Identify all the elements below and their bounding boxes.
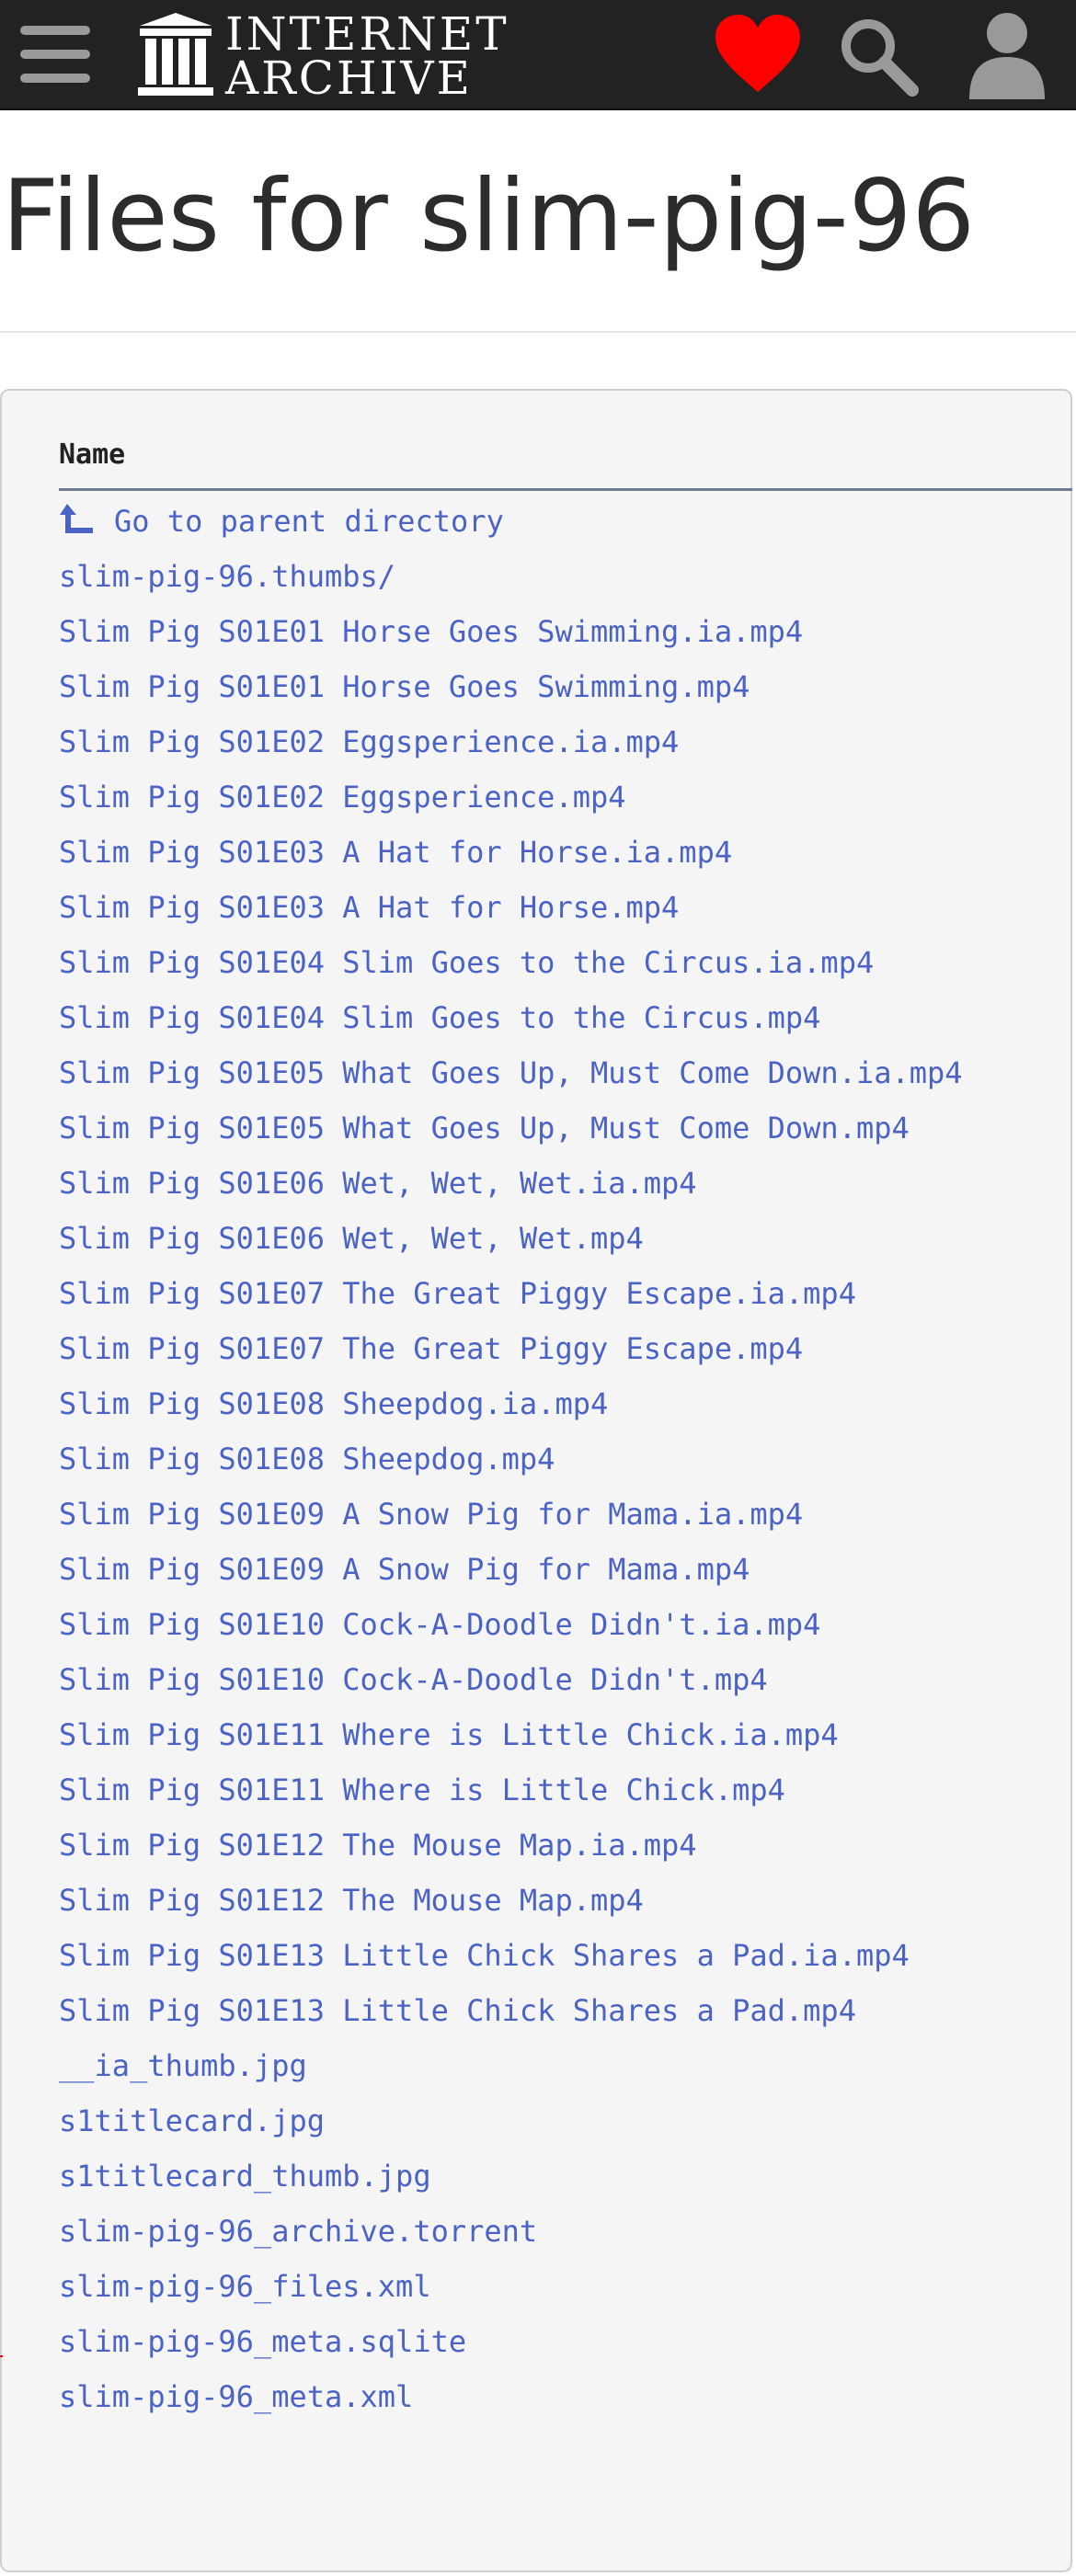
logo-text-internet: INTERNET xyxy=(225,7,509,61)
file-link[interactable]: Slim Pig S01E01 Horse Goes Swimming.mp4 xyxy=(59,659,963,714)
file-link[interactable]: Slim Pig S01E10 Cock-A-Doodle Didn't.ia.… xyxy=(59,1597,963,1652)
search-icon[interactable] xyxy=(837,15,920,97)
file-link[interactable]: Slim Pig S01E13 Little Chick Shares a Pa… xyxy=(59,1928,963,1983)
file-link[interactable]: Slim Pig S01E09 A Snow Pig for Mama.ia.m… xyxy=(59,1487,963,1542)
file-link[interactable]: Slim Pig S01E09 A Snow Pig for Mama.mp4 xyxy=(59,1542,963,1597)
internet-archive-logo[interactable]: INTERNET ARCHIVE xyxy=(138,7,509,105)
file-link[interactable]: Slim Pig S01E11 Where is Little Chick.ia… xyxy=(59,1707,963,1762)
file-link[interactable]: Slim Pig S01E08 Sheepdog.ia.mp4 xyxy=(59,1376,963,1431)
file-link[interactable]: Slim Pig S01E12 The Mouse Map.mp4 xyxy=(59,1873,963,1928)
file-link[interactable]: Slim Pig S01E03 A Hat for Horse.mp4 xyxy=(59,880,963,935)
file-list: Go to parent directory slim-pig-96.thumb… xyxy=(59,494,963,2424)
file-link[interactable]: slim-pig-96_files.xml xyxy=(59,2259,963,2314)
file-listing-panel: Name Go to parent directory slim-pig-96.… xyxy=(0,389,1072,2572)
file-link[interactable]: Slim Pig S01E12 The Mouse Map.ia.mp4 xyxy=(59,1818,963,1873)
archive-building-icon xyxy=(138,13,213,96)
file-link[interactable]: Slim Pig S01E04 Slim Goes to the Circus.… xyxy=(59,935,963,990)
user-icon[interactable] xyxy=(966,9,1048,101)
file-link[interactable]: s1titlecard_thumb.jpg xyxy=(59,2149,963,2204)
file-link[interactable]: __ia_thumb.jpg xyxy=(59,2038,963,2093)
top-nav-bar: INTERNET ARCHIVE xyxy=(0,0,1076,110)
file-link[interactable]: Slim Pig S01E02 Eggsperience.mp4 xyxy=(59,769,963,825)
file-link[interactable]: Slim Pig S01E13 Little Chick Shares a Pa… xyxy=(59,1983,963,2038)
file-link[interactable]: Slim Pig S01E07 The Great Piggy Escape.m… xyxy=(59,1321,963,1376)
file-link[interactable]: slim-pig-96_meta.sqlite xyxy=(59,2314,963,2369)
page-title: Files for slim-pig-96 xyxy=(2,159,976,274)
title-divider xyxy=(0,331,1076,333)
file-link[interactable]: s1titlecard.jpg xyxy=(59,2093,963,2149)
file-link[interactable]: Slim Pig S01E02 Eggsperience.ia.mp4 xyxy=(59,714,963,769)
file-link[interactable]: slim-pig-96_archive.torrent xyxy=(59,2204,963,2259)
column-header-name[interactable]: Name xyxy=(59,437,125,473)
file-link[interactable]: Slim Pig S01E05 What Goes Up, Must Come … xyxy=(59,1100,963,1156)
file-link[interactable]: Slim Pig S01E07 The Great Piggy Escape.i… xyxy=(59,1266,963,1321)
file-link[interactable]: Slim Pig S01E05 What Goes Up, Must Come … xyxy=(59,1045,963,1100)
file-link[interactable]: slim-pig-96.thumbs/ xyxy=(59,549,963,604)
file-link[interactable]: Slim Pig S01E11 Where is Little Chick.mp… xyxy=(59,1762,963,1818)
logo-text-archive: ARCHIVE xyxy=(225,51,473,105)
file-link[interactable]: Slim Pig S01E04 Slim Goes to the Circus.… xyxy=(59,990,963,1045)
parent-directory-link[interactable]: Go to parent directory xyxy=(59,494,963,549)
file-link[interactable]: Slim Pig S01E03 A Hat for Horse.ia.mp4 xyxy=(59,825,963,880)
file-link[interactable]: Slim Pig S01E01 Horse Goes Swimming.ia.m… xyxy=(59,604,963,659)
header-divider xyxy=(59,488,1072,491)
heart-icon[interactable] xyxy=(714,13,802,96)
file-link[interactable]: Slim Pig S01E08 Sheepdog.mp4 xyxy=(59,1431,963,1487)
file-link[interactable]: Slim Pig S01E10 Cock-A-Doodle Didn't.mp4 xyxy=(59,1652,963,1707)
edge-mark xyxy=(0,2355,3,2357)
arrow-up-left-icon xyxy=(60,504,93,533)
file-link[interactable]: slim-pig-96_meta.xml xyxy=(59,2369,963,2424)
file-link[interactable]: Slim Pig S01E06 Wet, Wet, Wet.ia.mp4 xyxy=(59,1156,963,1211)
file-link[interactable]: Slim Pig S01E06 Wet, Wet, Wet.mp4 xyxy=(59,1211,963,1266)
hamburger-menu-icon[interactable] xyxy=(20,26,90,83)
parent-directory-label: Go to parent directory xyxy=(114,504,504,539)
